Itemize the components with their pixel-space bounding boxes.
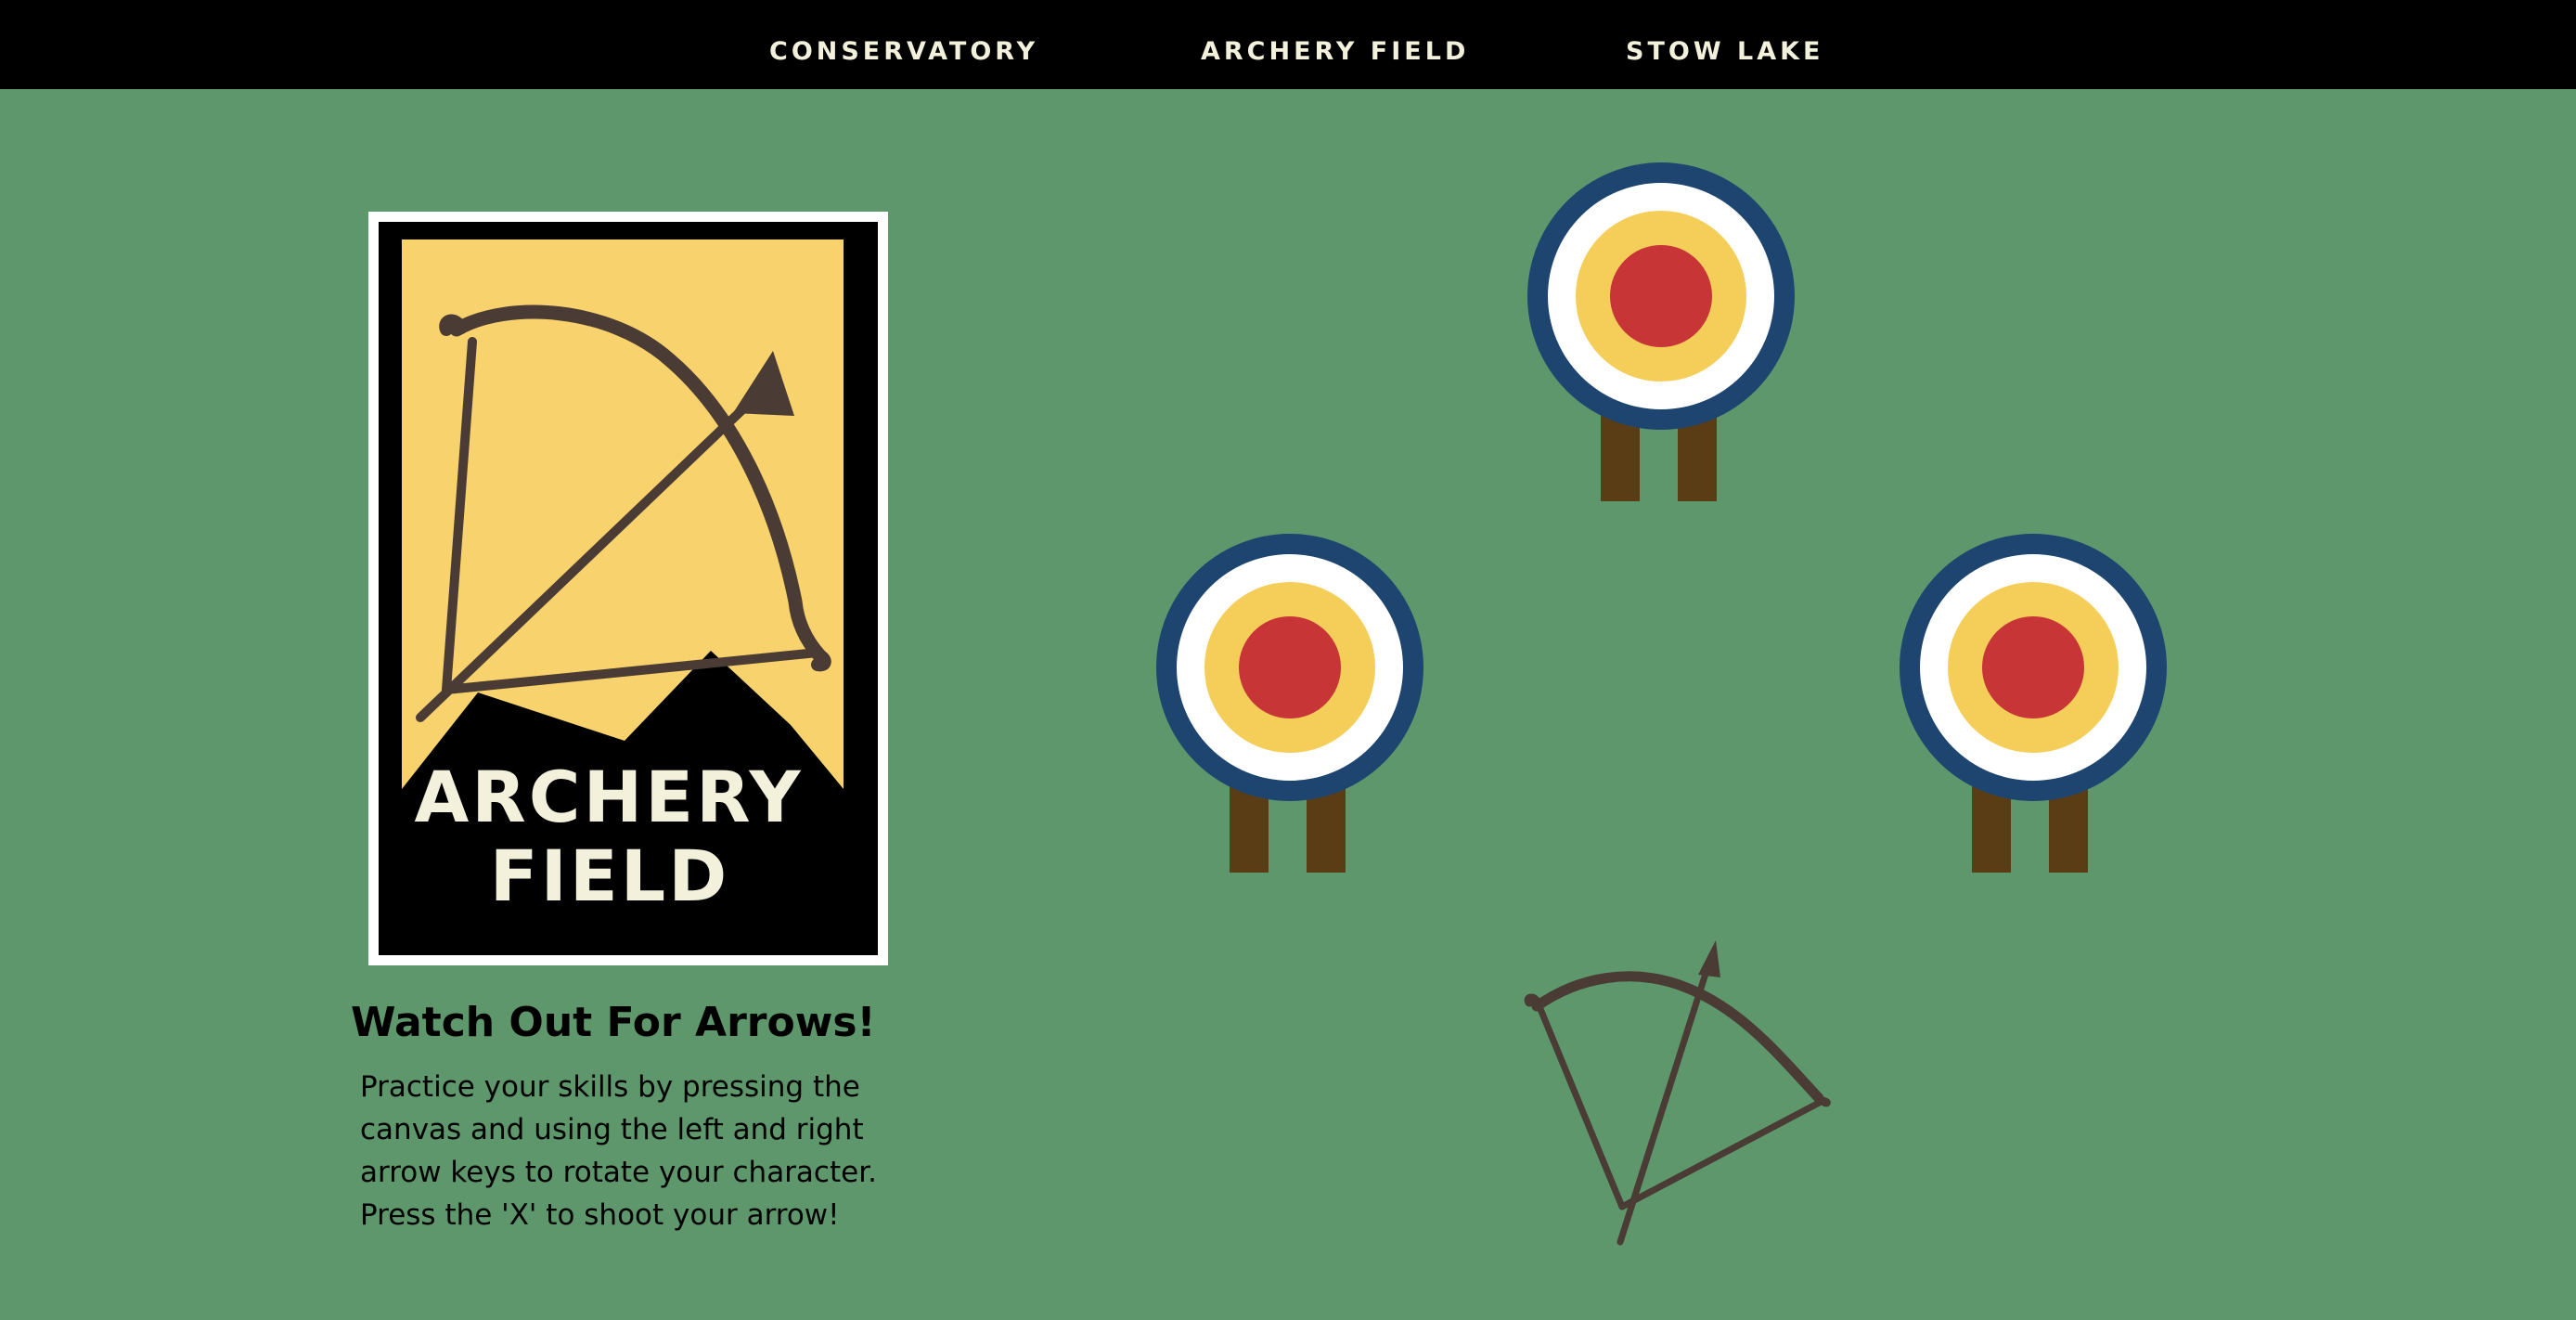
top-navigation: CONSERVATORY ARCHERY FIELD STOW LAKE <box>0 0 2576 89</box>
target-right <box>1900 534 2167 873</box>
nav-link-conservatory[interactable]: CONSERVATORY <box>769 0 1038 89</box>
poster-title-line1: ARCHERY <box>414 756 803 838</box>
info-heading: Watch Out For Arrows! <box>351 999 876 1046</box>
instructions-text: Practice your skills by pressing the can… <box>360 1070 877 1232</box>
game-canvas[interactable] <box>1076 149 2283 1262</box>
target-top <box>1527 162 1795 501</box>
poster-title-line2: FIELD <box>490 835 730 917</box>
nav-link-archery-field[interactable]: ARCHERY FIELD <box>1201 0 1469 89</box>
nav-link-stow-lake[interactable]: STOW LAKE <box>1626 0 1823 89</box>
target-left <box>1156 534 1423 873</box>
archery-field-poster: ARCHERY FIELD <box>368 212 888 965</box>
player-bow-and-arrow <box>1524 940 1831 1246</box>
